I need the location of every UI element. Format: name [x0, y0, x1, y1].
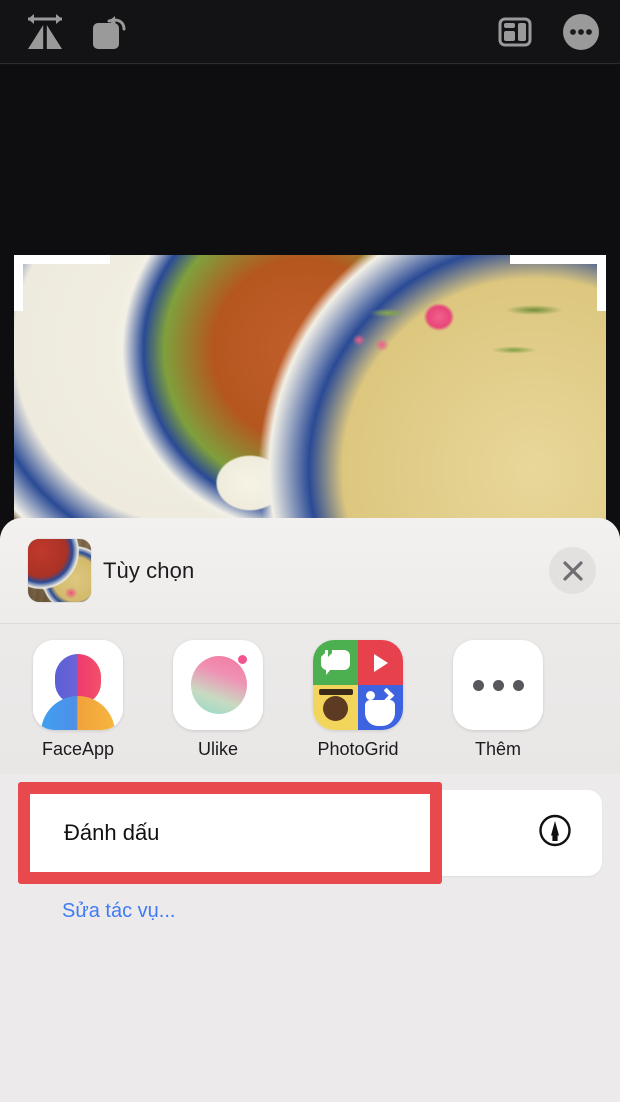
action-list: Đánh dấu Sửa tác vụ...	[0, 774, 620, 923]
app-label: FaceApp	[41, 739, 115, 759]
app-item-photogrid[interactable]: PhotoGrid	[313, 640, 403, 760]
thumbnail-image	[28, 539, 91, 602]
rotate-icon	[93, 16, 126, 49]
share-thumbnail[interactable]	[28, 539, 91, 602]
flip-horizontal-button[interactable]	[14, 0, 76, 64]
close-icon	[562, 560, 583, 581]
crop-handle-top-right[interactable]	[510, 255, 606, 264]
app-label: PhotoGrid	[317, 739, 399, 759]
crop-handle-top-left-vertical[interactable]	[14, 255, 23, 311]
photo-image	[14, 255, 606, 525]
screen: Tùy chọn FaceApp Ulike PhotoGrid Thêm Đá…	[0, 0, 620, 1102]
edit-actions-link[interactable]: Sửa tác vụ...	[62, 900, 620, 923]
faceapp-icon	[33, 640, 123, 730]
more-options-icon	[563, 14, 599, 50]
crop-handle-top-right-vertical[interactable]	[597, 255, 606, 311]
app-item-faceapp[interactable]: FaceApp	[33, 640, 123, 760]
crop-handle-top-left[interactable]	[14, 255, 110, 264]
markup-layout-button[interactable]	[486, 0, 544, 64]
app-label: Thêm	[474, 739, 521, 759]
photo-container[interactable]	[14, 255, 606, 525]
more-options-button[interactable]	[550, 0, 612, 64]
editor-toolbar	[0, 0, 620, 64]
app-share-row: FaceApp Ulike PhotoGrid Thêm	[0, 624, 620, 774]
app-label: Ulike	[197, 739, 238, 759]
action-item-markup[interactable]: Đánh dấu	[18, 790, 602, 876]
flip-horizontal-icon	[28, 14, 62, 49]
share-sheet-title: Tùy chọn	[103, 558, 195, 583]
markup-layout-icon	[498, 17, 532, 47]
share-sheet-header: Tùy chọn	[0, 518, 620, 624]
action-label: Đánh dấu	[64, 820, 160, 845]
more-apps-icon	[453, 640, 543, 730]
app-item-ulike[interactable]: Ulike	[173, 640, 263, 760]
sheet-empty-area	[0, 923, 620, 1102]
photo-canvas	[0, 65, 620, 525]
ulike-icon	[173, 640, 263, 730]
app-item-more[interactable]: Thêm	[453, 640, 543, 760]
close-button[interactable]	[549, 547, 596, 594]
markup-pen-icon	[538, 814, 572, 853]
share-sheet: Tùy chọn FaceApp Ulike PhotoGrid Thêm Đá…	[0, 518, 620, 1102]
photogrid-icon	[313, 640, 403, 730]
rotate-button[interactable]	[80, 0, 138, 64]
